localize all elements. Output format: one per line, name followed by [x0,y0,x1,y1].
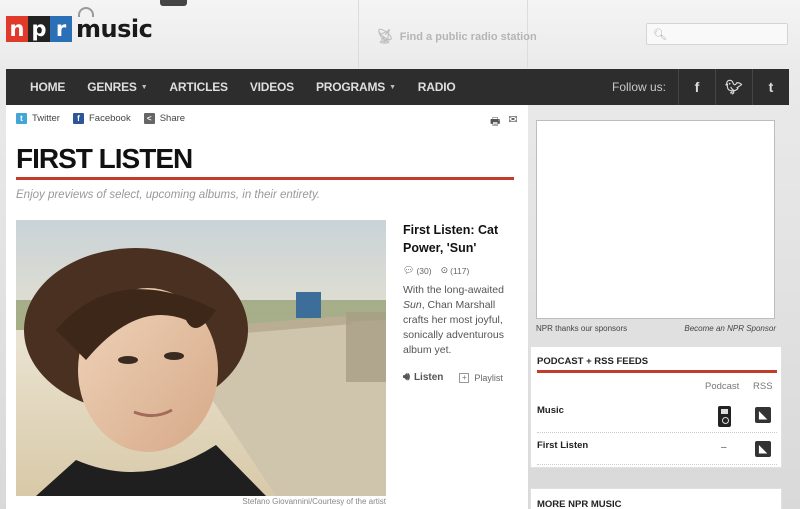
feature-photo-image [16,220,386,496]
more-npr-music-title: MORE NPR MUSIC [537,499,622,509]
search-icon: 🔍︎ [653,28,667,41]
find-station-link[interactable]: 📡︎ Find a public radio station [376,28,537,45]
chevron-down-icon: ▼ [140,83,148,91]
music-wordmark: music [76,7,153,43]
photo-credit: Stefano Giovannini/Courtesy of the artis… [242,497,386,506]
twitter-icon: t [16,113,27,124]
story-actions: 🔊︎ Listen + Playlist [403,371,515,384]
print-icon[interactable]: 🖶︎ [490,113,500,132]
podcast-rss-panel: PODCAST + RSS FEEDS Podcast RSS Music ◣ … [530,346,782,468]
teaser-before: With the long-awaited [403,284,504,296]
share-twitter-label: Twitter [32,113,60,124]
npr-logo: n p r [6,16,72,42]
rss-icon[interactable]: ◣ [755,441,771,457]
nav-programs[interactable]: PROGRAMS ▼ [305,69,407,105]
nav-home[interactable]: HOME [6,69,76,105]
listen-button[interactable]: 🔊︎ Listen [403,371,443,384]
listen-label: Listen [413,372,444,383]
radio-tower-icon: 📡︎ [376,28,394,44]
speaker-icon: 🔊︎ [403,371,410,383]
podcast-panel-title: PODCAST + RSS FEEDS [537,356,649,367]
nav-radio-label: RADIO [417,80,456,94]
story-meta: 💬︎ (30) ⊙ (117) [403,265,515,276]
nav-programs-label: PROGRAMS [315,80,386,94]
feed-name-music[interactable]: Music [537,405,564,416]
playlist-label: Playlist [474,372,503,383]
recommend-icon: ⊙ [440,265,449,275]
sponsor-note: NPR thanks our sponsors Become an NPR Sp… [536,324,776,333]
share-facebook-label: Facebook [88,113,131,124]
nav-videos[interactable]: VIDEOS [239,69,305,105]
main-content: t Twitter f Facebook < Share 🖶︎ ✉ FIRST … [6,105,528,509]
header-divider [358,0,359,68]
feature-photo[interactable] [16,220,386,496]
share-more[interactable]: < Share [143,113,186,124]
npr-music-logo[interactable]: n p r music [6,7,153,43]
main-nav: HOME GENRES ▼ ARTICLES VIDEOS PROGRAMS ▼ R… [6,69,789,105]
music-word: music [76,15,153,43]
npr-letter-r: r [50,16,72,42]
ipod-icon[interactable] [718,406,731,427]
facebook-icon: f [72,113,84,124]
sponsor-thanks: NPR thanks our sponsors [536,324,628,333]
sponsor-ad[interactable] [536,120,775,319]
feature-story: First Listen: Cat Power, 'Sun' 💬︎ (30) ⊙… [403,221,515,384]
rss-icon[interactable]: ◣ [755,407,771,423]
comments-count[interactable]: (30) [416,266,431,276]
page-subtitle: Enjoy previews of select, upcoming album… [16,189,321,201]
chevron-down-icon: ▼ [389,83,396,91]
become-sponsor-link[interactable]: Become an NPR Sponsor [684,324,776,333]
nav-genres[interactable]: GENRES ▼ [76,69,158,105]
nav-home-label: HOME [30,80,66,94]
tumblr-icon[interactable]: t [752,69,789,105]
nav-videos-label: VIDEOS [249,80,294,94]
feed-row-first-listen: First Listen – ◣ [537,437,777,465]
playlist-button[interactable]: + Playlist [459,372,503,383]
page-tools: 🖶︎ ✉ [482,113,518,132]
share-label: Share [159,113,186,124]
share-twitter[interactable]: t Twitter [16,113,60,124]
title-rule [16,177,514,180]
search-box[interactable]: 🔍︎ [646,23,791,45]
podcast-column-header: Podcast [705,381,740,392]
story-title-link[interactable]: First Listen: Cat Power, 'Sun' [403,223,498,255]
rss-column-header: RSS [753,381,773,392]
headphones-icon [78,7,94,17]
comments-icon: 💬︎ [403,265,415,275]
recommend-count[interactable]: (117) [450,266,469,276]
nav-articles[interactable]: ARTICLES [158,69,238,105]
panel-rule [537,370,777,373]
top-tab [160,0,187,6]
nav-radio[interactable]: RADIO [407,69,467,105]
search-input[interactable] [670,28,791,40]
nav-articles-label: ARTICLES [169,80,228,94]
share-bar: t Twitter f Facebook < Share [16,113,198,124]
more-npr-music-panel: MORE NPR MUSIC [530,488,782,509]
share-icon: < [143,113,155,124]
find-station-label: Find a public radio station [399,30,537,43]
plus-icon: + [459,372,470,383]
page-title: FIRST LISTEN [16,143,193,174]
npr-letter-n: n [6,16,28,42]
share-facebook[interactable]: f Facebook [72,113,131,124]
no-podcast-dash: – [721,442,727,453]
feed-row-music: Music ◣ [537,401,777,433]
follow-us-label: Follow us: [612,80,667,94]
feed-name-first-listen[interactable]: First Listen [537,440,588,451]
npr-letter-p: p [28,16,50,42]
email-icon[interactable]: ✉ [508,113,517,132]
story-teaser: With the long-awaited Sun, Chan Marshall… [403,283,515,358]
teaser-album: Sun [403,299,422,311]
twitter-icon[interactable]: 🐦︎ [715,69,752,105]
nav-genres-label: GENRES [87,80,137,94]
facebook-icon[interactable]: f [678,69,715,105]
